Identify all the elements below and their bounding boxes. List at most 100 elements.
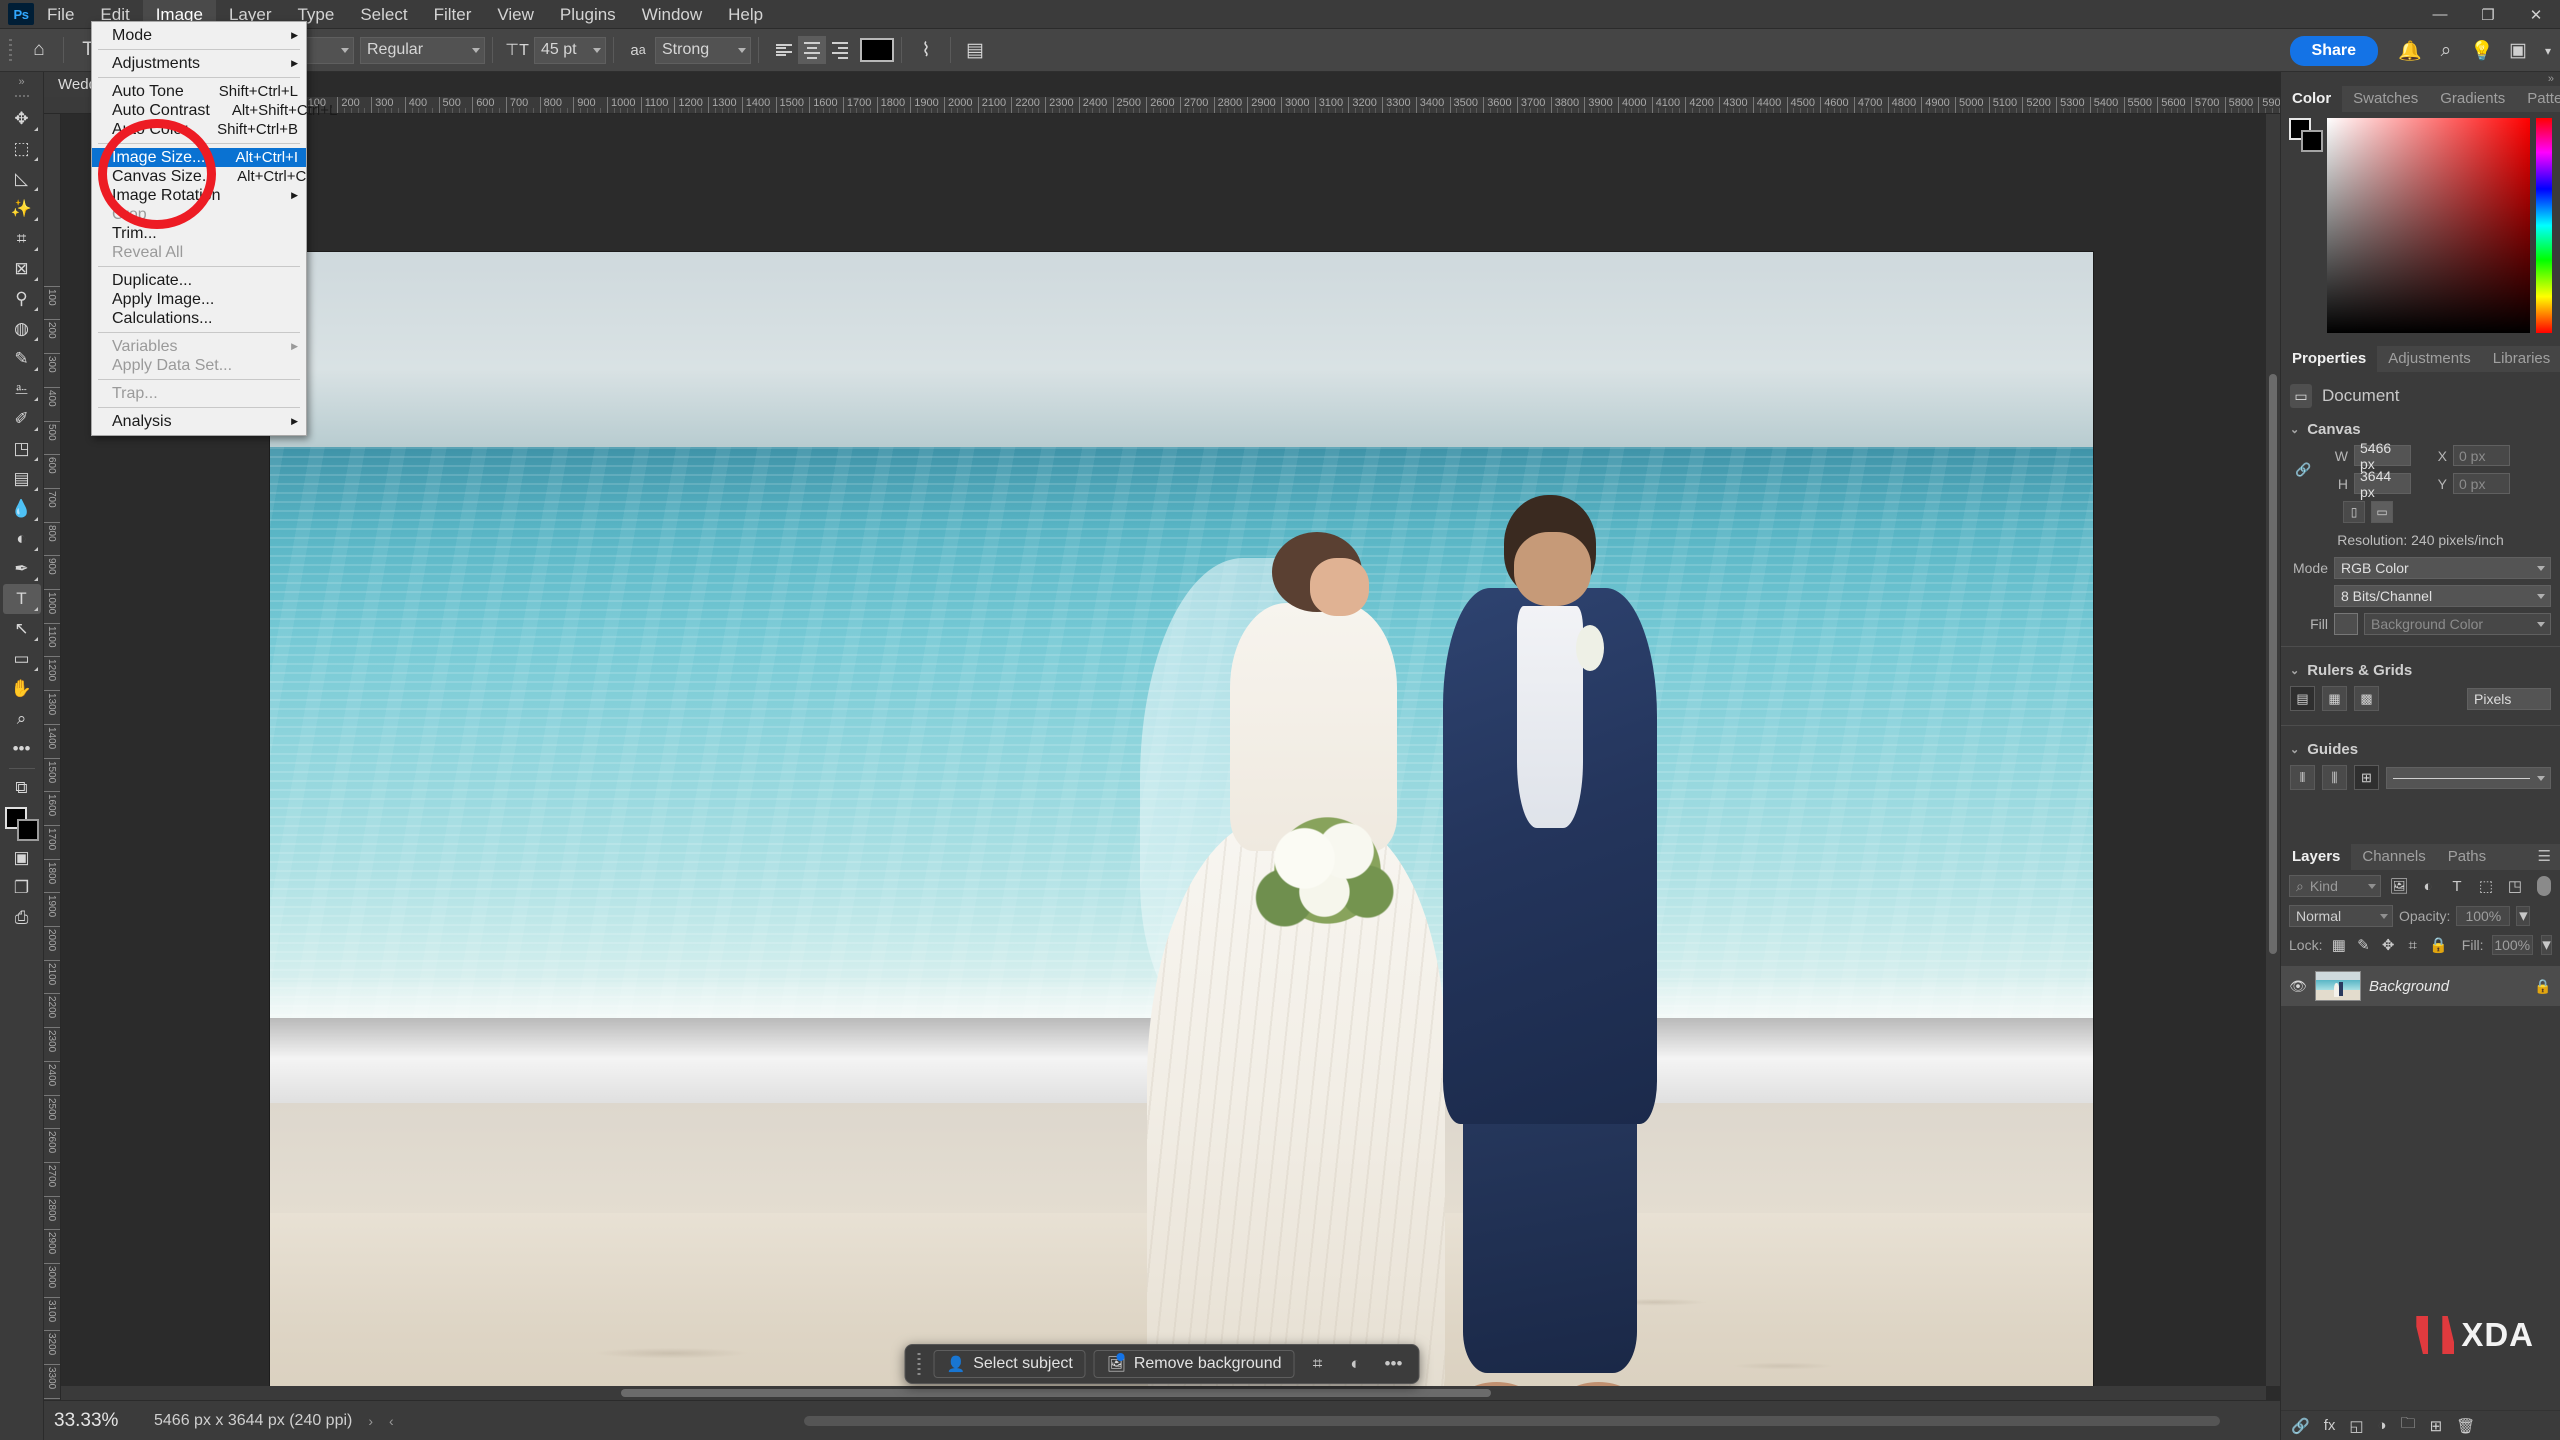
close-button[interactable]: ✕ bbox=[2512, 0, 2560, 29]
menu-item-canvas-size[interactable]: Canvas Size... Alt+Ctrl+C bbox=[92, 167, 306, 186]
text-color-swatch[interactable] bbox=[860, 38, 894, 62]
more-options-icon[interactable]: ••• bbox=[1378, 1350, 1408, 1378]
canvas-vertical-scrollbar[interactable] bbox=[2266, 114, 2280, 1386]
adjustment-icon[interactable]: ◑ bbox=[2378, 1417, 2387, 1434]
menu-view[interactable]: View bbox=[484, 0, 547, 29]
guide-vertical-icon[interactable]: ⫼ bbox=[2322, 765, 2347, 790]
clone-stamp-tool[interactable]: ⎁ bbox=[3, 374, 41, 404]
guides-section-header[interactable]: ⌄ Guides bbox=[2281, 734, 2560, 763]
delete-icon[interactable]: 🗑 bbox=[2456, 1417, 2475, 1435]
spot-healing-brush-tool[interactable]: ◍ bbox=[3, 314, 41, 344]
menu-item-image-size[interactable]: Image Size... Alt+Ctrl+I bbox=[92, 148, 306, 167]
menu-item-trim[interactable]: Trim... bbox=[92, 224, 306, 243]
layer-visibility-icon[interactable]: 👁 bbox=[2289, 978, 2307, 995]
type-tool[interactable]: T bbox=[2, 584, 41, 614]
pixel-filter-icon[interactable]: 🖼 bbox=[2388, 875, 2410, 897]
chevron-down-icon[interactable]: ▾ bbox=[2536, 33, 2560, 69]
canvas-horizontal-scrollbar[interactable] bbox=[61, 1386, 2266, 1400]
color-mode-select[interactable]: RGB Color bbox=[2334, 557, 2551, 579]
canvas-width-input[interactable]: 5466 px bbox=[2354, 440, 2411, 472]
antialias-select[interactable]: Strong bbox=[655, 36, 751, 64]
font-style-select[interactable]: Regular bbox=[360, 36, 485, 64]
table-row[interactable]: 👁 Background 🔒 bbox=[2281, 966, 2560, 1006]
history-brush-tool[interactable]: ✐ bbox=[3, 404, 41, 434]
ruler-icon[interactable]: ▤ bbox=[2290, 686, 2315, 711]
fill-select[interactable]: Background Color bbox=[2364, 613, 2551, 635]
hand-tool[interactable]: ✋ bbox=[3, 674, 41, 704]
guide-layout-icon[interactable]: ⊞ bbox=[2354, 765, 2379, 790]
chevron-down-icon[interactable]: ▾ bbox=[2540, 935, 2552, 955]
fx-icon[interactable]: fx bbox=[2324, 1417, 2336, 1434]
group-icon[interactable]: 🗀 bbox=[2401, 1413, 2416, 1438]
tab-paths[interactable]: Paths bbox=[2437, 844, 2497, 870]
menu-filter[interactable]: Filter bbox=[421, 0, 485, 29]
gradient-tool[interactable]: ▤ bbox=[3, 464, 41, 494]
tab-properties[interactable]: Properties bbox=[2281, 346, 2378, 372]
status-scrollbar[interactable] bbox=[804, 1416, 2220, 1426]
type-filter-icon[interactable]: T bbox=[2446, 875, 2468, 897]
crop-tool[interactable]: ⌗ bbox=[3, 224, 41, 254]
dodge-tool[interactable]: ◐ bbox=[3, 524, 41, 554]
ruler-unit-select[interactable]: Pixels bbox=[2467, 687, 2551, 710]
horizontal-ruler[interactable]: 100 200 300 400 500 600 700 800 900 1000 1100 1200 1… bbox=[44, 97, 2280, 114]
zoom-tool[interactable]: ⌕ bbox=[3, 704, 41, 734]
canvas-area[interactable]: 100 200 300 400 500 600 700 800 900 1000 1100 1200 1… bbox=[44, 97, 2280, 1400]
layer-filter-kind-select[interactable]: ⌕ Kind bbox=[2289, 875, 2381, 897]
menu-item-duplicate[interactable]: Duplicate... bbox=[92, 271, 306, 290]
tab-patterns[interactable]: Patterns bbox=[2516, 86, 2560, 112]
opacity-value[interactable]: 100% bbox=[2456, 906, 2511, 926]
menu-item-apply-image[interactable]: Apply Image... bbox=[92, 290, 306, 309]
guide-horizontal-icon[interactable]: ⫴ bbox=[2290, 765, 2315, 790]
smartobject-filter-icon[interactable]: ◳ bbox=[2504, 875, 2526, 897]
shape-filter-icon[interactable]: ⬚ bbox=[2475, 875, 2497, 897]
tab-adjustments[interactable]: Adjustments bbox=[2377, 346, 2482, 372]
menu-item-analysis[interactable]: Analysis ▶ bbox=[92, 412, 306, 431]
canvas-height-input[interactable]: 3644 px bbox=[2354, 468, 2411, 500]
tab-layers[interactable]: Layers bbox=[2281, 844, 2352, 870]
menu-plugins[interactable]: Plugins bbox=[547, 0, 629, 29]
new-layer-icon[interactable]: ⊞ bbox=[2430, 1417, 2443, 1435]
select-subject-button[interactable]: 👤 Select subject bbox=[933, 1350, 1086, 1378]
menu-item-mode[interactable]: Mode ▶ bbox=[92, 26, 306, 45]
rectangular-marquee-tool[interactable]: ⬚ bbox=[3, 134, 41, 164]
character-panel-icon[interactable]: ▤ bbox=[958, 35, 992, 65]
canvas-section-header[interactable]: ⌄ Canvas bbox=[2281, 414, 2560, 443]
background-color-swatch[interactable] bbox=[16, 819, 39, 841]
menu-item-auto-tone[interactable]: Auto Tone Shift+Ctrl+L bbox=[92, 82, 306, 101]
lock-position-icon[interactable]: ✥ bbox=[2380, 934, 2397, 956]
link-dimensions-icon[interactable]: 🔗 bbox=[2295, 462, 2311, 478]
toolbar-grip[interactable] bbox=[14, 92, 29, 100]
menu-item-adjustments[interactable]: Adjustments ▶ bbox=[92, 54, 306, 73]
maximize-button[interactable]: ❐ bbox=[2464, 0, 2512, 29]
font-size-input[interactable]: 45 pt bbox=[534, 36, 606, 64]
menu-item-image-rotation[interactable]: Image Rotation ▶ bbox=[92, 186, 306, 205]
share-image-icon[interactable]: ⎙ bbox=[3, 903, 41, 933]
panel-menu-icon[interactable]: ☰ bbox=[2538, 844, 2560, 870]
adjustment-filter-icon[interactable]: ◐ bbox=[2417, 875, 2439, 897]
menu-item-auto-color[interactable]: Auto Color Shift+Ctrl+B bbox=[92, 120, 306, 139]
menu-file[interactable]: File bbox=[34, 0, 87, 29]
task-bar-grip[interactable] bbox=[915, 1352, 924, 1376]
menu-item-auto-contrast[interactable]: Auto Contrast Alt+Shift+Ctrl+L bbox=[92, 101, 337, 120]
screen-mode-icon[interactable]: ❐ bbox=[3, 873, 41, 903]
shape-tool[interactable]: ▭ bbox=[3, 644, 41, 674]
menu-item-calculations[interactable]: Calculations... bbox=[92, 309, 306, 328]
menu-select[interactable]: Select bbox=[347, 0, 420, 29]
lock-all-icon[interactable]: 🔒 bbox=[2429, 934, 2448, 956]
tab-libraries[interactable]: Libraries bbox=[2482, 346, 2560, 372]
mask-icon[interactable]: ◱ bbox=[2349, 1417, 2363, 1435]
document-canvas[interactable] bbox=[270, 252, 2093, 1400]
portrait-icon[interactable]: ▯ bbox=[2343, 501, 2365, 523]
align-left-button[interactable] bbox=[770, 36, 798, 64]
fill-color-swatch[interactable] bbox=[2334, 613, 2358, 635]
lasso-tool[interactable]: ◺ bbox=[3, 164, 41, 194]
discover-icon[interactable]: 💡 bbox=[2464, 33, 2500, 69]
color-swatches[interactable] bbox=[3, 807, 41, 843]
guide-style-select[interactable] bbox=[2386, 766, 2551, 789]
bit-depth-select[interactable]: 8 Bits/Channel bbox=[2334, 585, 2551, 607]
object-selection-tool[interactable]: ✨ bbox=[3, 194, 41, 224]
link-icon[interactable]: 🔗 bbox=[2291, 1417, 2310, 1435]
chevron-down-icon[interactable]: ▾ bbox=[2516, 906, 2531, 926]
filter-toggle[interactable] bbox=[2537, 876, 2551, 896]
color-panel-swatches[interactable] bbox=[2289, 118, 2323, 154]
